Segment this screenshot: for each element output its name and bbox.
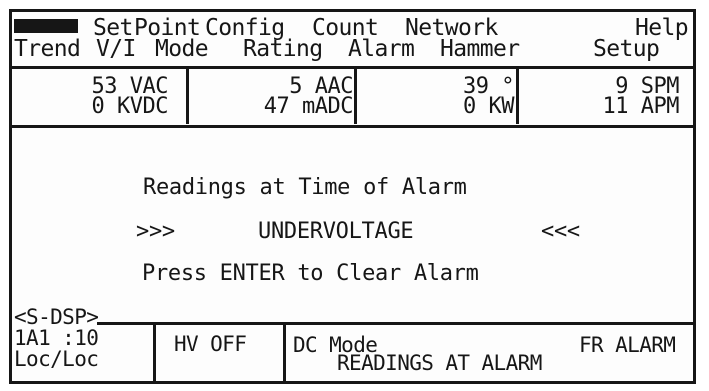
status-divider [283, 323, 286, 381]
alarm-right-marker: <<< [541, 219, 580, 244]
alarm-state: FR ALARM [579, 333, 676, 357]
menu-item-hammer[interactable]: Hammer [440, 37, 520, 61]
menu-item-mode[interactable]: Mode [155, 37, 209, 61]
meter-divider [12, 125, 693, 128]
dc-voltage-readout: 0 KVDC [91, 94, 169, 119]
apm-readout: 11 APM [602, 94, 680, 119]
menu-item-trend[interactable]: Trend [14, 37, 81, 61]
temp-power-meter: 39 ° 0 KW [362, 68, 514, 126]
control-source: Loc/Loc [14, 347, 99, 371]
menu-item-setup[interactable]: Setup [593, 37, 660, 61]
unit-address: 1A1 :10 [14, 326, 99, 350]
voltage-meter: 53 VAC 0 KVDC [22, 68, 169, 126]
meter-divider [516, 69, 519, 124]
controller-display: Set Point Config Count Network Help Tren… [9, 9, 696, 384]
alarm-heading: Readings at Time of Alarm [143, 175, 467, 200]
menu-item-vi[interactable]: V/I [96, 37, 136, 61]
status-divider [97, 322, 693, 325]
hv-status: HV OFF [174, 332, 247, 356]
display-tag: <S-DSP> [14, 305, 99, 329]
current-meter: 5 AAC 47 mADC [192, 68, 354, 126]
menu-item-alarm[interactable]: Alarm [348, 37, 415, 61]
meter-divider [354, 69, 357, 124]
menu-key-selected[interactable] [14, 19, 78, 33]
function-key-menu: Set Point Config Count Network Help Tren… [12, 12, 693, 66]
dc-current-readout: 47 mADC [263, 94, 354, 119]
meter-divider [186, 69, 189, 124]
alarm-instruction: Press ENTER to Clear Alarm [142, 261, 479, 286]
readings-label: READINGS AT ALARM [337, 351, 542, 375]
status-divider [153, 323, 156, 381]
menu-item-rating[interactable]: Rating [243, 37, 323, 61]
power-readout: 0 KW [463, 94, 514, 119]
menu-row-bottom: Trend V/I Mode Rating Alarm Hammer Setup [12, 37, 693, 61]
rate-meter: 9 SPM 11 APM [522, 68, 680, 126]
